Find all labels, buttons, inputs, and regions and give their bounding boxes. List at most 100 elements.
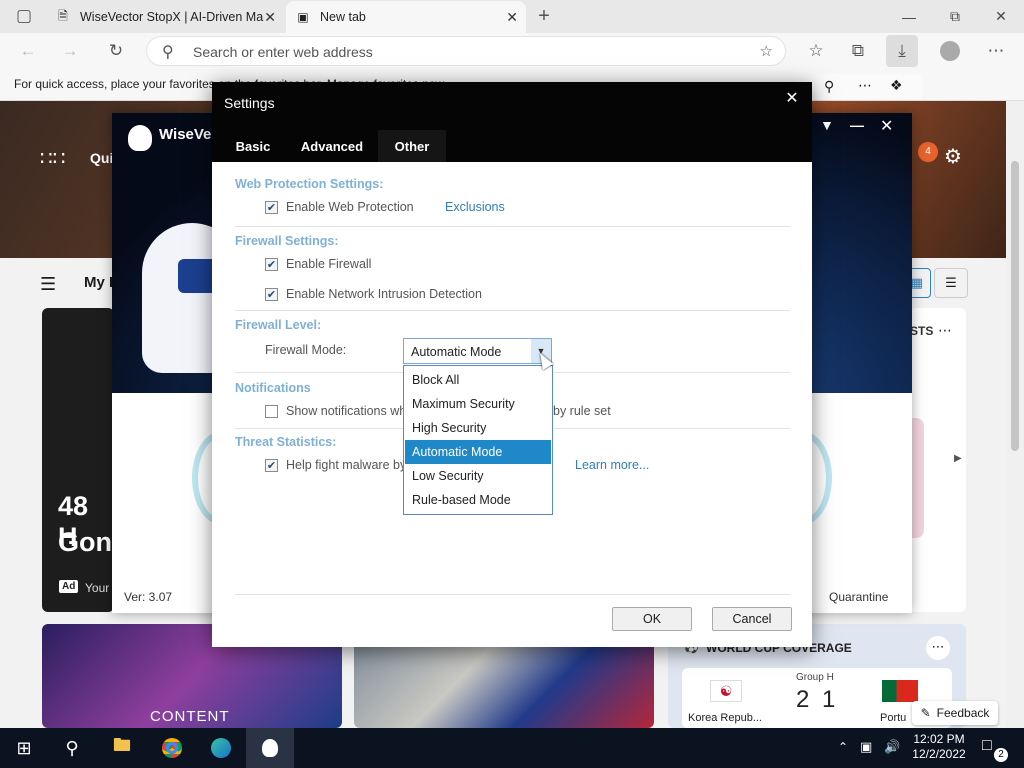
menu-dropdown-icon[interactable]: ▼ [820,117,834,133]
intrusion-detection-option[interactable]: ✔ Enable Network Intrusion Detection [265,287,482,301]
feedback-button[interactable]: ✎ Feedback [912,701,998,725]
option-maximum-security[interactable]: Maximum Security [405,392,551,416]
more-icon[interactable]: ⋯ [858,77,872,94]
firewall-mode-select[interactable]: Automatic Mode ▼ [403,338,552,364]
browser-tab-strip: ▢ 🗎 WiseVector StopX | AI-Driven Ma ✕ ▣ … [0,0,1024,33]
back-icon[interactable]: ← [12,35,44,67]
tab-advanced[interactable]: Advanced [292,130,372,162]
option-block-all[interactable]: Block All [405,368,551,392]
score-away: 1 [822,686,836,713]
web-protection-checkbox[interactable]: ✔ [265,200,278,214]
apps-grid-icon[interactable]: ∷∷ [40,146,65,171]
more-options-icon[interactable]: ⋯ [938,322,952,339]
start-icon[interactable]: ⊞ [0,728,48,768]
wisevector-title: WiseVec [159,126,220,143]
close-icon[interactable]: ✕ [780,86,804,110]
tab-wisevector[interactable]: 🗎 WiseVector StopX | AI-Driven Ma ✕ [46,1,284,33]
page-scrollbar[interactable] [1006,101,1024,728]
tab-basic[interactable]: Basic [222,130,284,162]
firewall-mode-dropdown: Block All Maximum Security High Security… [403,365,553,515]
chevron-up-icon[interactable]: ⌃ [838,740,848,755]
minimize-icon[interactable]: — [886,0,932,33]
forward-icon[interactable]: → [54,35,86,67]
more-options-icon[interactable]: ⋯ [926,636,950,660]
firewall-checkbox[interactable]: ✔ [265,257,278,271]
rewards-badge[interactable]: 4 [918,142,938,162]
web-protection-option[interactable]: ✔ Enable Web Protection [265,200,414,214]
close-tab-icon[interactable]: ✕ [264,9,276,26]
firewall-option[interactable]: ✔ Enable Firewall [265,257,371,271]
tab-new-tab[interactable]: ▣ New tab ✕ [286,1,526,33]
clock[interactable]: 12:02 PM 12/2/2022 [910,732,968,762]
close-window-icon[interactable]: ✕ [978,0,1024,33]
feed-card-left[interactable]: 48 H Gon Ad Your [42,308,114,612]
scrollbar-thumb[interactable] [1011,161,1019,451]
exclusions-link[interactable]: Exclusions [445,200,505,214]
notifications-checkbox[interactable] [265,404,278,418]
intrusion-detection-checkbox[interactable]: ✔ [265,287,278,301]
divider [235,372,403,373]
volume-icon[interactable]: 🔊 [884,739,900,754]
network-icon[interactable]: ▣ [860,739,872,754]
restore-icon[interactable]: ⧉ [932,0,978,33]
option-rule-based-mode[interactable]: Rule-based Mode [405,488,551,512]
sidebar-toolbar: ⚲ ⋯ ❖ [816,74,922,100]
add-favorite-icon[interactable]: ☆ [760,42,773,60]
close-tab-icon[interactable]: ✕ [506,9,518,26]
tab-actions-icon[interactable]: ▢ [8,0,40,32]
option-high-security[interactable]: High Security [405,416,551,440]
group-label: Group H [796,672,834,683]
date: 12/2/2022 [912,747,966,761]
quarantine-link[interactable]: Quarantine [829,590,888,604]
list-view-icon[interactable]: ☰ [934,268,968,298]
settings-more-icon[interactable]: ⋯ [980,35,1012,67]
ad-text: Your [85,581,110,595]
search-icon[interactable]: ⚲ [824,78,834,95]
file-explorer-icon[interactable]: 🖿 [98,728,146,768]
edge-icon[interactable] [197,728,245,768]
menu-icon[interactable]: ☰ [40,274,56,295]
version-label: Ver: 3.07 [124,590,173,604]
tab-title: New tab [320,10,366,24]
collections-icon[interactable]: ⧉ [842,35,874,67]
quick-links-label: Qui [90,150,114,166]
korea-flag-icon: ☯ [710,680,742,702]
favorites-icon[interactable]: ☆ [800,35,832,67]
firewall-label: Enable Firewall [286,257,372,271]
notification-icon[interactable]: □ [982,738,992,754]
intrusion-detection-label: Enable Network Intrusion Detection [286,287,482,301]
notifications-option[interactable]: Show notifications wh [265,404,406,418]
close-icon[interactable]: ✕ [880,116,893,136]
article-thumbnail [910,418,924,538]
threat-statistics-checkbox[interactable]: ✔ [265,458,278,472]
firewall-mode-value: Automatic Mode [411,345,502,359]
notifications-label-end: by rule set [553,404,611,418]
next-arrow-icon[interactable]: ▶ [954,453,962,464]
profile-icon[interactable] [934,35,966,67]
option-low-security[interactable]: Low Security [405,464,551,488]
divider [553,372,790,373]
address-bar[interactable]: ⚲ Search or enter web address ☆ [146,36,786,66]
cancel-button[interactable]: Cancel [712,607,792,631]
ok-button[interactable]: OK [612,607,692,631]
search-icon[interactable]: ⚲ [48,728,96,768]
wisevector-taskbar-icon[interactable] [246,728,294,768]
learn-more-link[interactable]: Learn more... [575,458,649,472]
feedback-icon: ✎ [920,706,931,720]
notifications-heading: Notifications [235,381,311,395]
refresh-icon[interactable]: ↻ [100,35,132,67]
new-tab-button[interactable]: + [528,0,560,32]
time: 12:02 PM [913,732,965,746]
page-settings-icon[interactable]: ⚙ [944,144,962,169]
minimize-icon[interactable]: — [850,117,864,133]
downloads-icon[interactable]: ⤓ [886,35,918,67]
web-protection-label: Enable Web Protection [286,200,414,214]
search-icon: ⚲ [162,44,174,61]
tab-other[interactable]: Other [378,130,446,162]
option-automatic-mode[interactable]: Automatic Mode [405,440,551,464]
firewall-mode-label: Firewall Mode: [265,343,347,357]
divider [235,226,790,227]
pin-icon[interactable]: ❖ [890,77,903,94]
chrome-icon[interactable] [148,728,196,768]
threat-statistics-option[interactable]: ✔ Help fight malware by [265,458,406,472]
